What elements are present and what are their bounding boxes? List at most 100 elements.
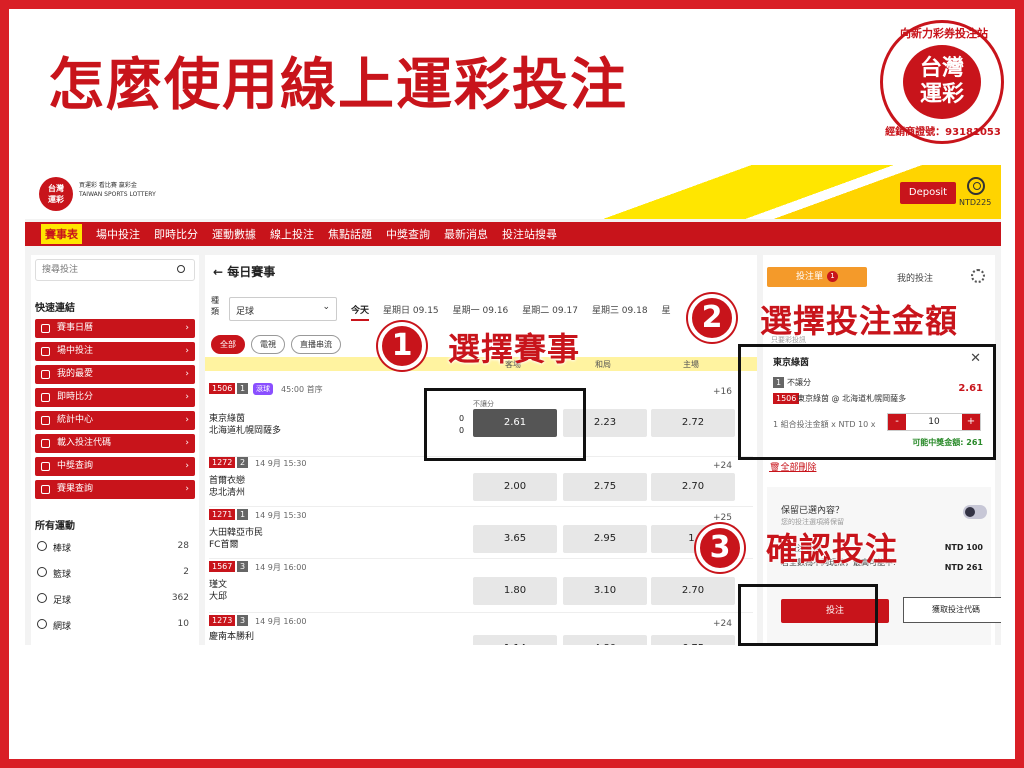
nav-item[interactable]: 線上投注: [270, 226, 314, 242]
slide-headline: 怎麼使用線上運彩投注: [48, 53, 628, 118]
quick-link[interactable]: 賽果查詢: [35, 480, 195, 499]
team-away: 大田韓亞市民: [209, 528, 264, 538]
highlight-match-odds: [424, 388, 586, 461]
tab-bet-slip[interactable]: 投注單 1: [767, 267, 867, 287]
search-icon: [41, 485, 50, 494]
team-home: 忠北清州: [209, 488, 246, 498]
nav-item[interactable]: 賽事表: [41, 224, 82, 244]
odd-button[interactable]: 2.72: [651, 409, 735, 437]
deposit-button[interactable]: Deposit: [900, 182, 956, 204]
calendar-icon: [41, 324, 50, 333]
day-tabs: 今天 星期日 09.15 星期一 09.16 星期二 09.17 星期三 09.…: [351, 303, 685, 321]
day-tab[interactable]: 星期一 09.16: [453, 303, 509, 321]
logo-en: TAIWAN SPORTS LOTTERY: [79, 191, 156, 198]
quick-link[interactable]: 中獎查詢: [35, 457, 195, 476]
day-tab[interactable]: 星期二 09.17: [522, 303, 578, 321]
sport-count: 28: [177, 541, 189, 551]
day-tab[interactable]: 今天: [351, 303, 370, 321]
quick-link[interactable]: 載入投注代碼: [35, 434, 195, 453]
app-logo[interactable]: 台灣 運彩: [39, 177, 73, 211]
more-markets[interactable]: +25: [713, 513, 732, 523]
chip-all[interactable]: 全部: [211, 335, 245, 354]
sport-item[interactable]: 棒球 28: [35, 541, 189, 554]
chevron-down-icon: ⌄: [322, 302, 330, 312]
live-badge: 滾球: [253, 383, 273, 395]
odd-button[interactable]: 3.10: [563, 577, 647, 605]
sport-item[interactable]: 足球 362: [35, 593, 189, 606]
nav-item[interactable]: 中獎查詢: [386, 226, 430, 242]
more-markets[interactable]: +16: [713, 387, 732, 397]
chip-tv[interactable]: 電視: [251, 335, 285, 354]
sport-item[interactable]: 籃球 2: [35, 567, 189, 580]
nav-item[interactable]: 場中投注: [96, 226, 140, 242]
nav-item[interactable]: 投注站搜尋: [502, 226, 557, 242]
quick-link[interactable]: 即時比分: [35, 388, 195, 407]
step-caption-2: 選擇投注金額: [760, 302, 959, 340]
odd-button[interactable]: 4.80: [563, 635, 647, 645]
quick-link[interactable]: 我的最愛: [35, 365, 195, 384]
page-title[interactable]: ← 每日賽事: [213, 263, 275, 280]
odd-button[interactable]: 1.14: [473, 635, 557, 645]
day-tab[interactable]: 星期三 09.18: [592, 303, 648, 321]
highlight-place-bet: [738, 584, 878, 646]
odd-button[interactable]: 2.70: [651, 577, 735, 605]
match-teams[interactable]: 大田韓亞市民 FC首爾: [209, 527, 263, 551]
tab-my-bets[interactable]: 我的投注: [897, 271, 933, 284]
clear-all-link[interactable]: 🗑全部刪除: [769, 460, 816, 473]
keep-selection-toggle[interactable]: [963, 505, 987, 519]
odd-button[interactable]: 2.95: [563, 525, 647, 553]
star-icon: [41, 370, 50, 379]
get-code-button[interactable]: 獲取投注代碼: [903, 597, 1001, 623]
quick-links-title: 快速連結: [35, 303, 75, 314]
nav-item[interactable]: 即時比分: [154, 226, 198, 242]
step-caption-1: 選擇賽事: [448, 330, 581, 368]
app-header: 台灣 運彩 買運彩 看比賽 嬴彩金 TAIWAN SPORTS LOTTERY De…: [25, 165, 1001, 219]
step-badge-3: 3: [696, 524, 744, 572]
logo-text-1: 台灣: [48, 184, 64, 193]
quick-link[interactable]: 場中投注: [35, 342, 195, 361]
match-teams[interactable]: 慶南本勝利: [209, 631, 254, 643]
max-win-value: NTD 261: [944, 563, 983, 572]
match-time: 14 9月 16:00: [255, 563, 307, 572]
odd-button[interactable]: 3.65: [473, 525, 557, 553]
dealer-seal: 向新力彩券投注站 台灣 運彩 經銷商證號：93181053: [880, 20, 1004, 144]
search-icon[interactable]: [177, 265, 185, 273]
quick-link-label: 中獎查詢: [57, 461, 94, 471]
more-markets[interactable]: +24: [713, 619, 732, 629]
chip-stream[interactable]: 直播串流: [291, 335, 341, 354]
step-caption-3: 確認投注: [766, 530, 899, 568]
sport-item[interactable]: 網球 10: [35, 619, 189, 632]
gear-icon[interactable]: [971, 269, 985, 283]
col-home: 主場: [683, 360, 699, 369]
odd-button[interactable]: 2.70: [651, 473, 735, 501]
user-icon[interactable]: [967, 177, 985, 195]
day-tab[interactable]: 星期日 09.15: [383, 303, 439, 321]
nav-item[interactable]: 最新消息: [444, 226, 488, 242]
day-tab[interactable]: 星: [662, 303, 671, 321]
bet-slip-tabs: 投注單 1 我的投注: [767, 267, 991, 289]
match-id: 1272: [209, 457, 236, 468]
stats-icon: [41, 416, 50, 425]
match-teams[interactable]: 瑾文 大邱: [209, 579, 227, 603]
nav-item[interactable]: 焦點話題: [328, 226, 372, 242]
quick-link-label: 賽果查詢: [57, 484, 94, 494]
sport-name: 棒球: [53, 544, 72, 554]
odd-button[interactable]: 2.75: [563, 473, 647, 501]
quick-link[interactable]: 賽事日曆: [35, 319, 195, 338]
balance-text: NTD225: [959, 198, 992, 207]
match-teams[interactable]: 東京綠茵 北海道札幌岡薩多: [209, 413, 281, 437]
more-markets[interactable]: +24: [713, 461, 732, 471]
nav-item[interactable]: 運動數據: [212, 226, 256, 242]
search-input[interactable]: [35, 259, 195, 281]
match-id: 1506: [209, 383, 236, 394]
logo-slogan: 買運彩 看比賽 嬴彩金: [79, 182, 137, 189]
quick-link[interactable]: 統計中心: [35, 411, 195, 430]
odd-button[interactable]: 1.80: [473, 577, 557, 605]
match-teams[interactable]: 首爾衣戀 忠北清州: [209, 475, 245, 499]
sport-select[interactable]: 足球 ⌄: [229, 297, 337, 321]
quick-link-label: 場中投注: [57, 346, 94, 356]
odd-button[interactable]: 6.75: [651, 635, 735, 645]
keep-selection-label: 保留已選內容？: [781, 506, 845, 516]
team-away: 慶南本勝利: [209, 632, 255, 642]
odd-button[interactable]: 2.00: [473, 473, 557, 501]
